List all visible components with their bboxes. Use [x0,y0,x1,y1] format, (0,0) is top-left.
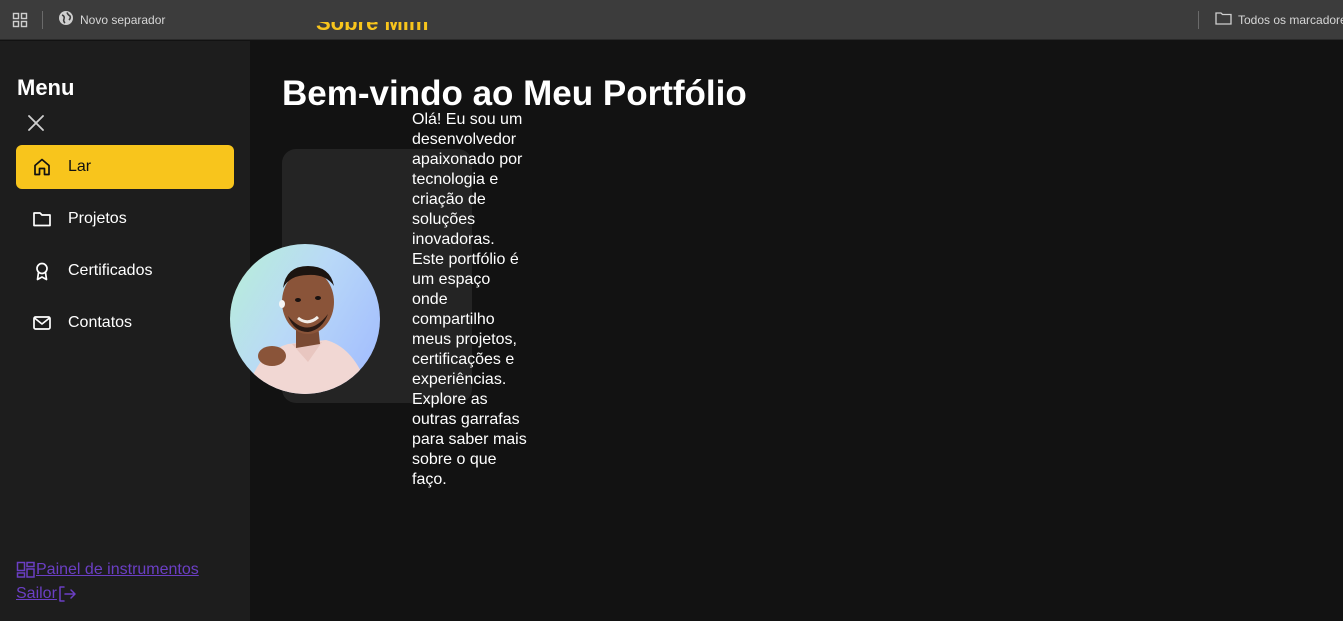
dashboard-link-label: Painel de instrumentos [36,561,199,578]
all-bookmarks-folder[interactable]: Todos os marcadore [1215,10,1343,30]
close-icon[interactable] [26,113,46,133]
sidebar-item-lar[interactable]: Lar [16,145,234,189]
apps-grid-icon[interactable] [12,12,28,28]
logout-link[interactable]: Sailor [16,585,77,610]
sidebar-item-label: Certificados [68,262,153,279]
logout-link-label: Sailor [16,585,57,602]
new-tab-label: Novo separador [80,13,166,27]
home-icon [32,157,52,177]
section-heading: Sobre Mim [316,22,429,35]
award-icon [32,261,52,281]
folder-icon [1215,11,1232,30]
sidebar-item-label: Lar [68,158,92,175]
globe-icon [58,10,74,31]
dashboard-grid-icon [16,561,36,586]
sidebar-item-certificados[interactable]: Certificados [16,249,234,293]
sidebar-item-label: Contatos [68,314,133,331]
sidebar: Menu Lar Projetos Certificados Contatos … [0,41,250,621]
sidebar-item-projetos[interactable]: Projetos [16,197,234,241]
new-tab-bookmark[interactable]: Novo separador [58,10,165,30]
page-title: Bem-vindo ao Meu Portfólio [282,74,747,113]
bookmarks-divider [42,11,43,29]
mail-icon [32,313,52,333]
bookmarks-divider-right [1198,11,1199,29]
sidebar-item-contatos[interactable]: Contatos [16,301,234,345]
logout-icon [57,585,77,610]
sidebar-item-label: Projetos [68,210,127,227]
dashboard-link[interactable]: Painel de instrumentos [16,561,199,586]
bookmarks-bar: Novo separador Todos os marcadore [0,0,1343,40]
all-bookmarks-label: Todos os marcadore [1238,13,1343,27]
folder-icon [32,209,52,229]
profile-photo [230,244,380,394]
intro-text: Olá! Eu sou um desenvolvedor apaixonado … [412,111,527,488]
menu-title: Menu [17,75,75,100]
